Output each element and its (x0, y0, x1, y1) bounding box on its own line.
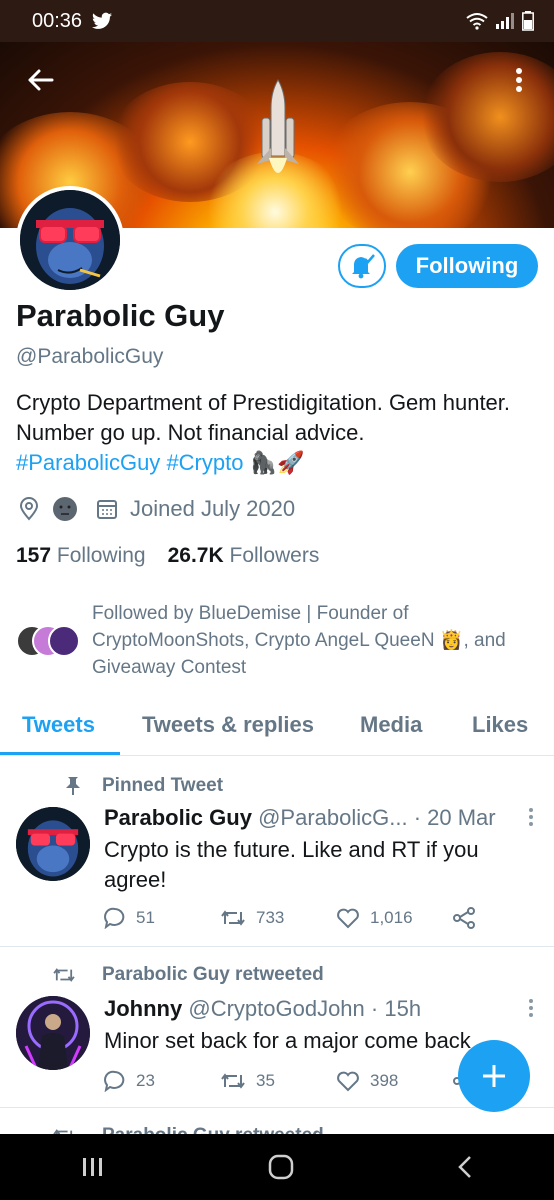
share-button[interactable] (452, 907, 554, 929)
share-icon (452, 907, 476, 929)
retweet-icon (220, 908, 246, 928)
tweet-more-icon[interactable] (528, 998, 534, 1018)
tweet-author-name[interactable]: Parabolic Guy (104, 805, 252, 830)
battery-icon (522, 11, 534, 31)
tweet-context: Parabolic Guy retweeted (53, 964, 324, 986)
profile-avatar[interactable] (16, 186, 124, 294)
tab-tweets-replies[interactable]: Tweets & replies (142, 700, 314, 738)
retweeted-by-label: Parabolic Guy retweeted (102, 964, 324, 985)
retweet-count: 733 (256, 908, 285, 927)
tweet-item[interactable]: Pinned Tweet Parabolic Guy @ParabolicG..… (0, 757, 554, 947)
tab-likes[interactable]: Likes (472, 700, 528, 738)
status-icons (466, 11, 534, 31)
joined-date: Joined July 2020 (130, 496, 296, 521)
tweet-author-handle: @ParabolicG... (258, 805, 408, 830)
following-button[interactable]: Following (396, 244, 538, 288)
retweet-count: 35 (256, 1071, 275, 1090)
pinned-label: Pinned Tweet (102, 775, 224, 796)
following-count: 157 (16, 544, 52, 567)
followers-label: Followers (229, 544, 320, 567)
compose-tweet-button[interactable] (458, 1040, 530, 1112)
system-nav-bar (0, 1134, 554, 1200)
followed-by-avatars (16, 623, 82, 659)
heart-icon (336, 1070, 360, 1092)
location-pin-icon (18, 497, 40, 521)
pin-icon (64, 776, 82, 796)
twitter-notification-icon (92, 12, 113, 30)
tweet-more-icon[interactable] (528, 807, 534, 827)
reply-count: 23 (136, 1071, 155, 1090)
rocket-image (257, 79, 299, 173)
retweet-context-icon (52, 966, 76, 984)
like-count: 398 (370, 1071, 399, 1090)
calendar-icon (96, 498, 118, 520)
tweet-author-name[interactable]: Johnny (104, 996, 182, 1021)
home-icon[interactable] (268, 1154, 294, 1180)
hashtag-link[interactable]: #Crypto (166, 450, 243, 475)
status-time: 00:36 (32, 9, 83, 32)
reply-button[interactable]: 23 (104, 1070, 220, 1092)
tweet-time: · 20 Mar (413, 805, 496, 830)
followers-count: 26.7K (167, 544, 224, 567)
profile-name: Parabolic Guy (16, 298, 225, 333)
active-tab-indicator (0, 752, 120, 755)
tweet-avatar[interactable] (16, 996, 90, 1070)
more-options-icon[interactable] (504, 62, 534, 98)
tab-media[interactable]: Media (360, 700, 422, 738)
reply-button[interactable]: 51 (104, 907, 220, 929)
following-count-link[interactable]: 157 Following (16, 544, 146, 568)
reply-icon (104, 907, 126, 929)
tweet-context: Pinned Tweet (64, 775, 223, 797)
tweet-text: Crypto is the future. Like and RT if you… (104, 837, 479, 892)
tweet-avatar[interactable] (16, 807, 90, 881)
notifications-bell-button[interactable] (338, 244, 386, 288)
tweet-actions: 51 733 1,016 (104, 907, 554, 929)
hashtag-link[interactable]: #ParabolicGuy (16, 450, 160, 475)
profile-handle: @ParabolicGuy (16, 345, 164, 368)
bell-check-icon (348, 252, 376, 280)
bio-emoji: 🦍🚀 (249, 450, 305, 475)
location-emoji-icon (52, 496, 78, 522)
profile-meta: Joined July 2020 (18, 496, 295, 522)
like-count: 1,016 (370, 908, 413, 927)
tweet-time: · 15h (370, 996, 422, 1021)
recent-apps-icon[interactable] (81, 1156, 105, 1178)
status-bar: 00:36 (0, 0, 554, 42)
back-arrow-icon[interactable] (22, 62, 58, 98)
tweet-text: Minor set back for a major come back (104, 1028, 471, 1053)
following-label: Following (56, 544, 146, 567)
followed-by-section[interactable]: Followed by BlueDemise | Founder of Cryp… (16, 600, 542, 681)
followers-count-link[interactable]: 26.7K Followers (168, 544, 320, 568)
plus-icon (480, 1062, 508, 1090)
back-nav-icon[interactable] (457, 1155, 473, 1179)
profile-bio: Crypto Department of Prestidigitation. G… (16, 388, 536, 478)
follow-counts: 157 Following 26.7K Followers (16, 544, 319, 568)
like-button[interactable]: 398 (336, 1070, 452, 1092)
reply-icon (104, 1070, 126, 1092)
tweet-header: Parabolic Guy @ParabolicG... · 20 Mar (104, 805, 496, 831)
like-button[interactable]: 1,016 (336, 907, 452, 929)
tab-tweets[interactable]: Tweets (22, 700, 95, 738)
retweet-button[interactable]: 733 (220, 907, 336, 929)
retweet-button[interactable]: 35 (220, 1070, 336, 1092)
wifi-icon (466, 12, 488, 30)
profile-tabs: Tweets Tweets & replies Media Likes (0, 700, 554, 756)
tweet-author-handle: @CryptoGodJohn (188, 996, 365, 1021)
bio-text: Crypto Department of Prestidigitation. G… (16, 390, 511, 445)
signal-icon (496, 13, 514, 29)
reply-count: 51 (136, 908, 155, 927)
tweet-header: Johnny @CryptoGodJohn · 15h (104, 996, 421, 1022)
retweet-icon (220, 1071, 246, 1091)
followed-by-text: Followed by BlueDemise | Founder of Cryp… (92, 603, 506, 678)
follower-avatar (48, 624, 80, 657)
heart-icon (336, 907, 360, 929)
